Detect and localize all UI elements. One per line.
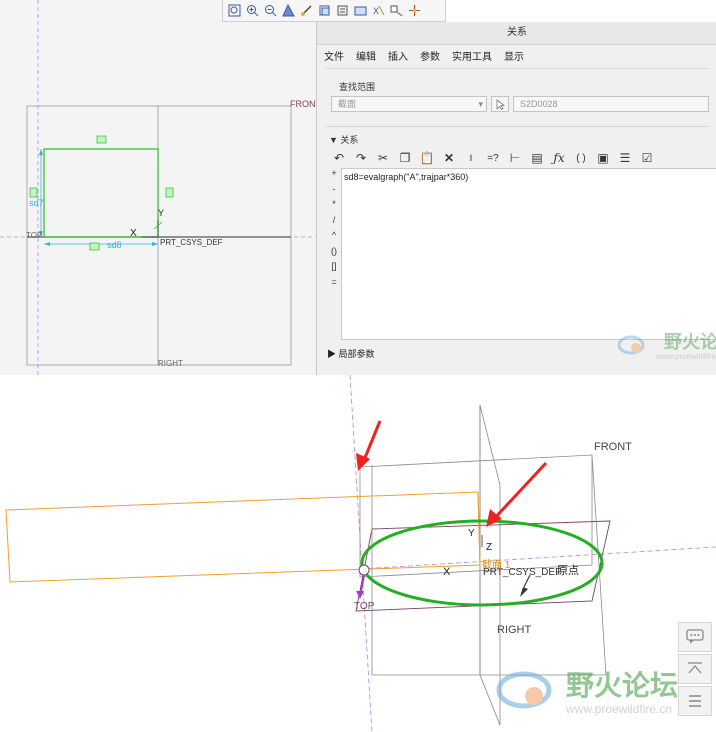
scope-name-value: S2D0028	[520, 99, 558, 109]
menu-file[interactable]: 文件	[324, 48, 344, 63]
expand-triangle-icon: ▶	[327, 349, 339, 359]
watermark-small: 野火论坛 www.proewildfire.cn	[616, 322, 716, 368]
orient-icon[interactable]	[298, 3, 314, 19]
scope-section-title: 查找范围	[339, 82, 376, 92]
operator-column: + - * / ^ () [] =	[328, 168, 340, 292]
menu-edit[interactable]: 编辑	[356, 48, 376, 63]
y-axis-label: Y	[158, 208, 165, 218]
watermark-logo-icon	[617, 335, 645, 355]
verify-icon[interactable]: ▣	[595, 150, 611, 166]
operator-parentheses[interactable]: ()	[328, 246, 340, 262]
sketch-drawing	[0, 0, 316, 375]
svg-text:X: X	[373, 6, 379, 16]
refit-icon[interactable]	[226, 3, 242, 19]
watermark-title-small: 野火论坛	[664, 332, 716, 352]
properties-icon[interactable]: ▤	[529, 150, 545, 166]
zoom-out-icon[interactable]	[262, 3, 278, 19]
operator-minus[interactable]: -	[328, 184, 340, 200]
relation-line: sd8=evalgraph("A",trajpar*360)	[344, 172, 469, 182]
local-params-label: 局部参数	[338, 349, 375, 359]
menu-utilities[interactable]: 实用工具	[452, 48, 492, 63]
function-icon[interactable]: ƒx	[551, 150, 567, 166]
back-to-top-button[interactable]	[678, 654, 712, 684]
datum-display-icon[interactable]	[352, 3, 368, 19]
zoom-in-icon[interactable]	[244, 3, 260, 19]
relations-section-toggle[interactable]: ▼ 关系	[329, 133, 358, 146]
dimension-sd8[interactable]: sd8	[107, 240, 122, 250]
csys-label: PRT_CSYS_DEF	[160, 238, 223, 247]
relations-section-title: 关系	[340, 135, 359, 145]
operator-equals[interactable]: =	[328, 277, 340, 293]
top-datum-label: TOP	[26, 231, 43, 240]
top-plane-label: TOP	[354, 601, 375, 612]
operator-multiply[interactable]: *	[328, 199, 340, 215]
sort-icon[interactable]: ☰	[617, 150, 633, 166]
dimension-sd7[interactable]: sd7	[29, 198, 44, 208]
measure-icon[interactable]: ⊢	[507, 150, 523, 166]
relations-toolbar: ↶ ↷ ✂ ❐ 📋 ✕ Ⅰ =? ⊢ ▤ ƒx ( ) ▣ ☰ ☑	[331, 148, 711, 168]
right-datum-label: RIGHT	[158, 359, 183, 368]
graphics-toolbar: X	[222, 0, 446, 22]
evaluate-icon[interactable]: =?	[485, 150, 501, 166]
x-axis-label-3d: X	[443, 566, 451, 578]
menu-display[interactable]: 显示	[504, 48, 524, 63]
operator-divide[interactable]: /	[328, 215, 340, 231]
front-plane-label: FRONT	[594, 441, 632, 453]
scope-type-value: 截面	[338, 99, 357, 109]
check-icon[interactable]: ☑	[639, 150, 655, 166]
comment-icon	[686, 629, 704, 644]
y-axis-label-3d: Y	[468, 528, 475, 539]
collapse-triangle-icon: ▼	[329, 135, 341, 145]
sketch-canvas[interactable]: FRONT TOP RIGHT PRT_CSYS_DEF X Y sd7 sd8	[0, 0, 321, 375]
scope-name-field: S2D0028	[513, 96, 709, 112]
cursor-arrow-icon	[496, 98, 505, 110]
operator-plus[interactable]: +	[328, 168, 340, 184]
annotation-display-icon[interactable]	[388, 3, 404, 19]
origin-label: 原点	[557, 565, 579, 577]
local-params-toggle[interactable]: ▶ 局部参数	[327, 347, 375, 360]
watermark-title-large: 野火论坛	[566, 670, 679, 701]
operator-brackets[interactable]: []	[328, 261, 340, 277]
bracket-icon[interactable]: ( )	[573, 150, 589, 166]
list-icon	[689, 695, 701, 707]
x-axis-label: X	[130, 228, 137, 239]
saved-views-icon[interactable]	[316, 3, 332, 19]
scope-type-select[interactable]: 截面 ▾	[331, 96, 487, 112]
chevron-down-icon: ▾	[478, 99, 483, 109]
dialog-menu-bar: 文件 编辑 插入 参数 实用工具 显示	[317, 46, 716, 64]
section-label: 截面 1	[482, 560, 511, 571]
redo-icon[interactable]: ↷	[353, 150, 369, 166]
repaint-icon[interactable]	[280, 3, 296, 19]
operator-power[interactable]: ^	[328, 230, 340, 246]
display-style-icon[interactable]	[334, 3, 350, 19]
watermark-url-small: www.proewildfire.cn	[656, 352, 716, 361]
undo-icon[interactable]: ↶	[331, 150, 347, 166]
z-axis-label-3d: Z	[486, 542, 493, 553]
watermark-logo-large-icon	[496, 671, 552, 709]
watermark-url-large: www.proewildfire.cn	[566, 702, 673, 716]
copy-icon[interactable]: ❐	[397, 150, 413, 166]
relations-editor[interactable]: sd8=evalgraph("A",trajpar*360)	[341, 168, 716, 340]
switch-dimensions-icon[interactable]: Ⅰ	[463, 150, 479, 166]
paste-icon[interactable]: 📋	[419, 150, 435, 166]
select-pointer-button[interactable]	[491, 96, 509, 112]
menu-parameters[interactable]: 参数	[420, 48, 440, 63]
cut-icon[interactable]: ✂	[375, 150, 391, 166]
menu-insert[interactable]: 插入	[388, 48, 408, 63]
back-to-top-icon	[688, 662, 702, 674]
delete-icon[interactable]: ✕	[441, 150, 457, 166]
sketch-display-icon[interactable]: X	[370, 3, 386, 19]
spin-center-icon[interactable]	[406, 3, 422, 19]
dialog-title: 关系	[317, 22, 716, 45]
comment-button[interactable]	[678, 622, 712, 652]
menu-button[interactable]	[678, 686, 712, 716]
right-plane-label: RIGHT	[497, 624, 532, 636]
